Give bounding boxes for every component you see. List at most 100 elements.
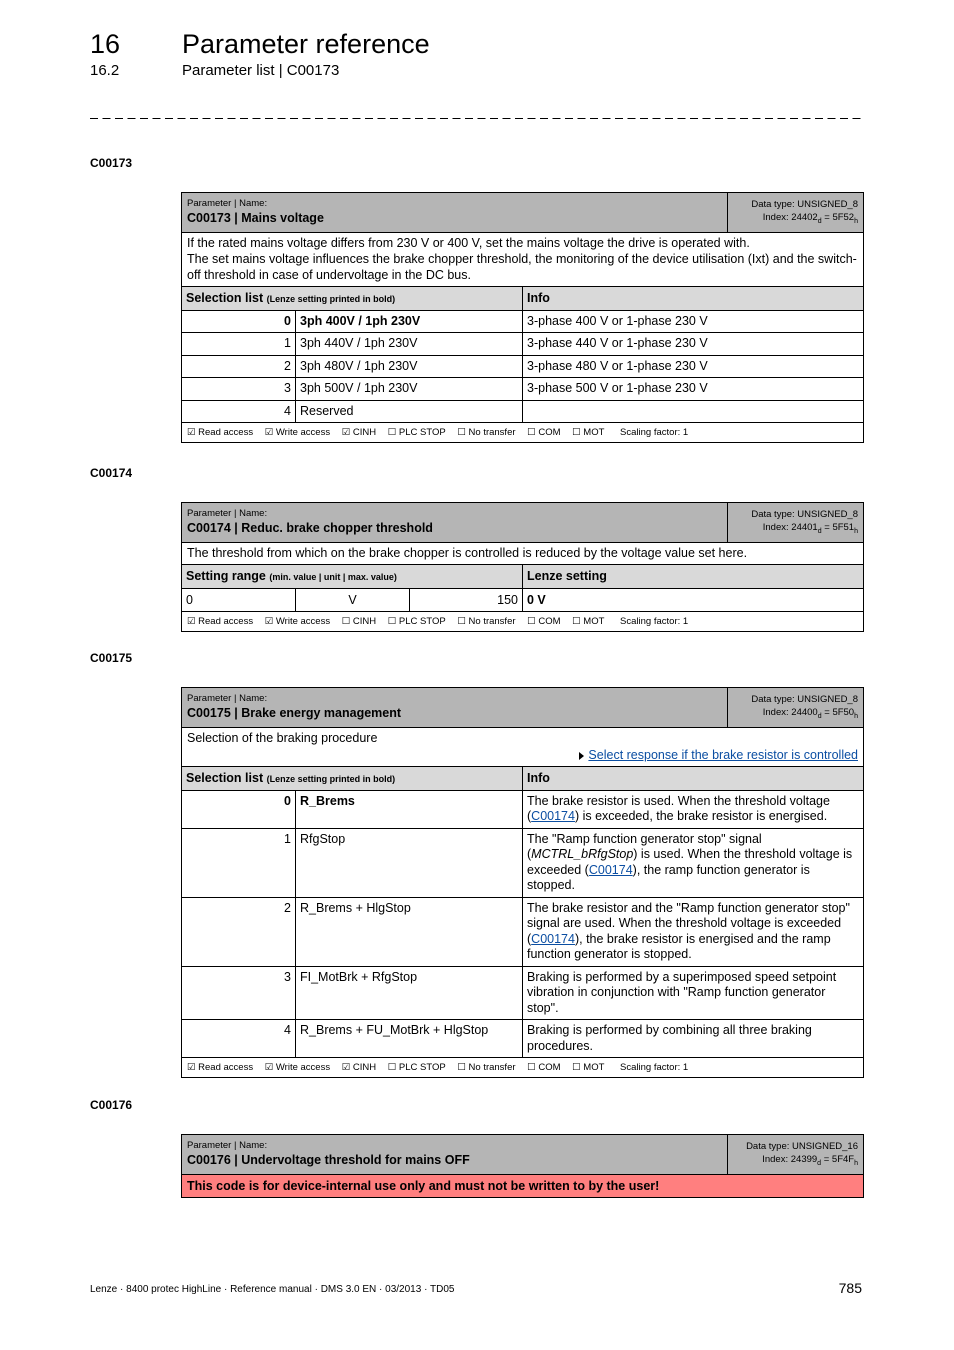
selection-info: The "Ramp function generator stop" signa…: [523, 829, 863, 897]
description-line: If the rated mains voltage differs from …: [187, 235, 750, 250]
selection-name: 3ph 480V / 1ph 230V: [296, 355, 523, 378]
access-flag: ☑ Write access: [264, 427, 331, 439]
internal-use-warning: This code is for device-internal use onl…: [182, 1174, 863, 1197]
access-flag: ☑ Read access: [187, 427, 254, 439]
selection-info: [523, 401, 863, 423]
info-text: ) is exceeded, the brake resistor is ene…: [574, 809, 828, 824]
selection-name: Reserved: [296, 400, 523, 423]
param-index: Index: 24401d = 5F51h: [762, 522, 858, 535]
parameter-table-c00175: Parameter | Name: C00175 | Brake energy …: [181, 687, 864, 1079]
c00174-link[interactable]: C00174: [589, 863, 633, 877]
access-flag: ☐ COM: [527, 1062, 561, 1074]
selection-value: 4: [182, 400, 296, 423]
selection-value: 0: [182, 310, 296, 333]
access-flags: ☑ Read access ☑ Write access ☑ CINH ☐ PL…: [182, 423, 863, 442]
selection-info: The brake resistor and the "Ramp functio…: [523, 898, 863, 966]
scaling-factor: Scaling factor: 1: [620, 615, 689, 627]
selection-list-label: Selection list: [186, 290, 264, 305]
param-name-label: Parameter | Name:: [187, 1140, 268, 1151]
selection-row: 0 3ph 400V / 1ph 230V 3-phase 400 V or 1-p…: [182, 310, 863, 334]
selection-name: 3ph 400V / 1ph 230V: [296, 310, 523, 333]
c00174-link[interactable]: C00174: [531, 809, 575, 823]
lenze-setting-label: Lenze setting: [527, 568, 607, 583]
scaling-factor: Scaling factor: 1: [620, 1062, 689, 1074]
selection-name: R_Brems + FU_MotBrk + HlgStop: [296, 1020, 523, 1058]
setting-range-row: 0 V 150 0 V: [182, 588, 863, 612]
selection-row: 2 3ph 480V / 1ph 230V 3-phase 480 V or 1-p…: [182, 355, 863, 379]
parameter-table-c00173: Parameter | Name: C00173 | Mains voltage…: [181, 192, 864, 444]
brake-resistor-response-link[interactable]: Select response if the brake resistor is…: [588, 748, 858, 762]
data-type: Data type: UNSIGNED_8: [751, 694, 858, 705]
info-label: Info: [527, 770, 550, 785]
access-flag: ☐ PLC STOP: [387, 1062, 446, 1074]
chapter-number: 16: [90, 29, 121, 59]
param-description: The threshold from which on the brake ch…: [182, 543, 863, 565]
selection-info: Braking is performed by a superimposed s…: [527, 969, 837, 1015]
parameter-header: Parameter | Name: C00174 | Reduc. brake …: [182, 503, 863, 543]
selection-list-label: Selection list: [186, 770, 264, 785]
data-type: Data type: UNSIGNED_8: [751, 509, 858, 520]
param-name: C00175 | Brake energy management: [187, 706, 402, 720]
data-type: Data type: UNSIGNED_16: [746, 1141, 858, 1152]
access-flag: ☐ No transfer: [457, 615, 516, 627]
access-flags: ☑ Read access ☑ Write access ☑ CINH ☐ PL…: [182, 1058, 863, 1077]
range-min: 0: [182, 588, 296, 611]
selection-name: 3ph 500V / 1ph 230V: [296, 378, 523, 400]
chapter-title: Parameter reference: [182, 29, 430, 59]
selection-list-header: Selection list (Lenze setting printed in…: [182, 286, 863, 311]
param-description: If the rated mains voltage differs from …: [182, 233, 863, 287]
selection-info: 3-phase 400 V or 1-phase 230 V: [527, 313, 708, 328]
parameter-header: Parameter | Name: C00175 | Brake energy …: [182, 688, 863, 728]
param-name-label: Parameter | Name:: [187, 693, 268, 704]
selection-name: FI_MotBrk + RfgStop: [296, 966, 523, 1020]
section-number: 16.2: [90, 62, 120, 79]
code-heading-c00174: C00174: [90, 466, 133, 480]
selection-name: 3ph 440V / 1ph 230V: [296, 333, 523, 355]
selection-row: 0 R_Brems The brake resistor is used. When…: [182, 790, 863, 829]
param-name: C00173 | Mains voltage: [187, 211, 324, 225]
parameter-table-c00174: Parameter | Name: C00174 | Reduc. brake …: [181, 502, 864, 632]
selection-row: 4 R_Brems + FU_MotBrk + HlgStop Braking is…: [182, 1020, 863, 1059]
selection-info: 3-phase 500 V or 1-phase 230 V: [527, 381, 708, 396]
selection-row: 4 Reserved: [182, 400, 863, 424]
param-name-label: Parameter | Name:: [187, 198, 268, 209]
access-flag: ☐ No transfer: [457, 427, 516, 439]
arrow-right-icon: [579, 751, 585, 760]
selection-list-header: Selection list (Lenze setting printed in…: [182, 766, 863, 791]
access-flag: ☐ MOT: [572, 1062, 605, 1074]
access-flag: ☐ CINH: [341, 615, 377, 627]
selection-value: 2: [182, 355, 296, 378]
setting-range-label: Setting range: [186, 568, 266, 583]
page-number: 785: [838, 1280, 862, 1296]
description-text: Selection of the braking procedure: [187, 730, 378, 745]
description-line: The set mains voltage influences the bra…: [187, 251, 857, 282]
param-index: Index: 24399d = 5F4Fh: [762, 1154, 858, 1167]
param-index: Index: 24402d = 5F52h: [762, 212, 858, 225]
footer-doc-info: Lenze · 8400 protec HighLine · Reference…: [90, 1284, 455, 1295]
selection-row: 1 3ph 440V / 1ph 230V 3-phase 440 V or 1-p…: [182, 333, 863, 356]
lenze-setting-value: 0 V: [527, 592, 546, 607]
param-name-label: Parameter | Name:: [187, 508, 268, 519]
access-flag: ☑ Write access: [264, 615, 331, 627]
access-flag: ☑ Write access: [264, 1062, 331, 1074]
scaling-factor: Scaling factor: 1: [620, 427, 689, 439]
selection-name: RfgStop: [296, 828, 523, 897]
selection-value: 4: [182, 1020, 296, 1058]
access-flag: ☑ Read access: [187, 615, 254, 627]
selection-info: The brake resistor is used. When the thr…: [523, 791, 863, 828]
selection-info: 3-phase 440 V or 1-phase 230 V: [527, 336, 708, 351]
selection-row: 1 RfgStop The "Ramp function generator sto…: [182, 828, 863, 898]
setting-range-header: Setting range (min. value | unit | max. …: [182, 564, 863, 589]
data-type: Data type: UNSIGNED_8: [751, 199, 858, 210]
selection-row: 3 FI_MotBrk + RfgStop Braking is performed…: [182, 966, 863, 1021]
selection-list-note: (Lenze setting printed in bold): [266, 293, 396, 304]
param-index: Index: 24400d = 5F50h: [762, 707, 858, 720]
range-max: 150: [410, 588, 523, 611]
param-name: C00174 | Reduc. brake chopper threshold: [187, 521, 433, 535]
selection-row: 2 R_Brems + HlgStop The brake resistor and…: [182, 897, 863, 967]
c00174-link[interactable]: C00174: [531, 932, 575, 946]
access-flag: ☐ PLC STOP: [387, 427, 446, 439]
param-description: Selection of the braking procedure Selec…: [182, 728, 863, 767]
info-label: Info: [527, 290, 550, 305]
setting-range-note: (min. value | unit | max. value): [269, 571, 397, 582]
